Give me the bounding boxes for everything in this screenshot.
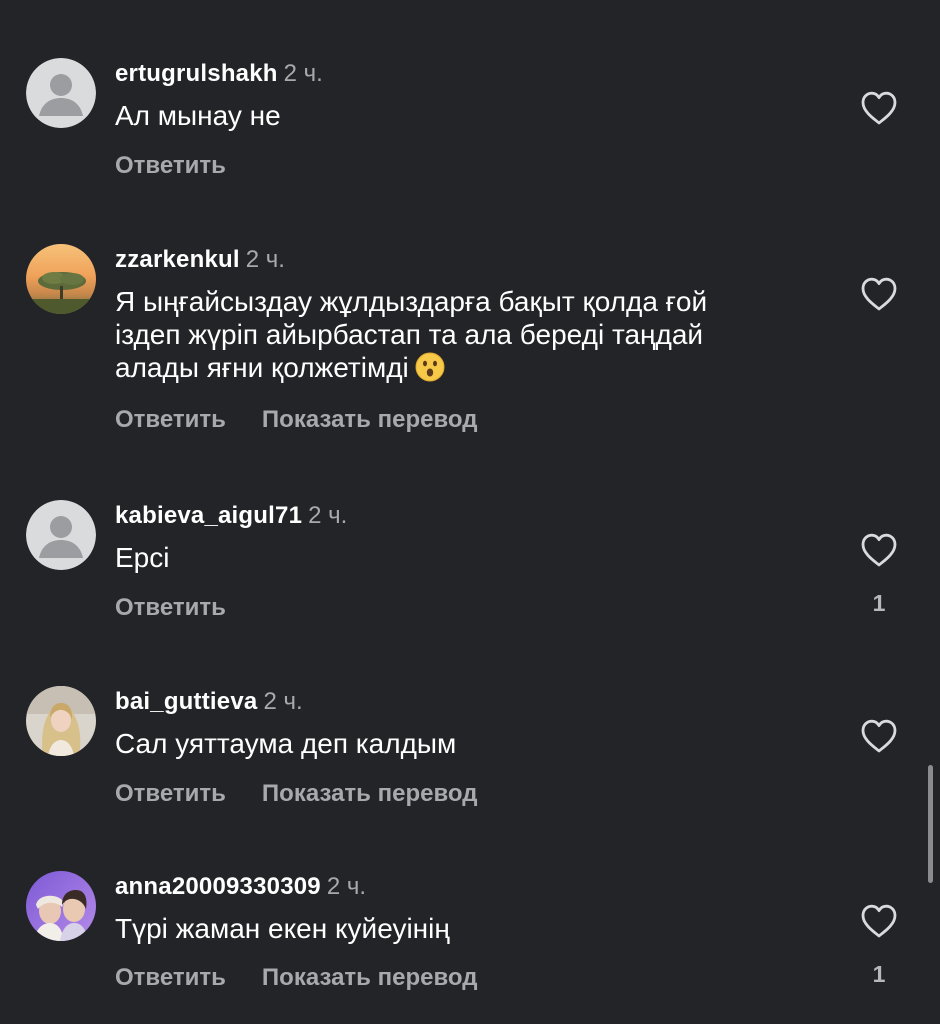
couple-selfie-avatar-icon (26, 871, 96, 941)
like-button[interactable] (860, 90, 898, 126)
comment-actions: Ответить Показать перевод (115, 964, 477, 992)
default-avatar-icon (26, 500, 96, 570)
heart-outline-icon (861, 277, 897, 311)
comment-header: ertugrulshakh 2 ч. (115, 60, 323, 88)
comment-header: kabieva_aigul71 2 ч. (115, 502, 347, 530)
comment-text: Түрі жаман екен куйеуінің (115, 913, 450, 944)
heart-outline-icon (861, 533, 897, 567)
heart-outline-icon (861, 91, 897, 125)
show-translation-button[interactable]: Показать перевод (262, 964, 478, 992)
woman-portrait-avatar-icon (26, 686, 96, 756)
avatar[interactable] (26, 871, 96, 941)
reply-button[interactable]: Ответить (115, 780, 226, 808)
like-button[interactable] (860, 903, 898, 939)
timestamp: 2 ч. (263, 688, 303, 715)
username[interactable]: ertugrulshakh (115, 60, 278, 87)
username[interactable]: bai_guttieva (115, 688, 257, 715)
username[interactable]: zzarkenkul (115, 246, 240, 273)
reply-button[interactable]: Ответить (115, 964, 226, 992)
comment-header: zzarkenkul 2 ч. (115, 246, 285, 274)
comment-actions: Ответить (115, 152, 226, 180)
comment-text-line: Я ыңғайсыздау жұлдыздарға бақыт қолда ғо… (115, 286, 708, 317)
username[interactable]: kabieva_aigul71 (115, 502, 302, 529)
comment-text-line: іздеп жүріп айырбастап та ала береді таң… (115, 319, 704, 350)
show-translation-button[interactable]: Показать перевод (262, 780, 478, 808)
comment-text: Я ыңғайсыздау жұлдыздарға бақыт қолда ғо… (115, 285, 815, 384)
username[interactable]: anna20009330309 (115, 873, 321, 900)
surprised-face-emoji (415, 352, 445, 382)
timestamp: 2 ч. (245, 246, 285, 273)
avatar[interactable] (26, 244, 96, 314)
reply-button[interactable]: Ответить (115, 152, 226, 180)
like-button[interactable] (860, 718, 898, 754)
comment-text: Сал уяттаума деп калдым (115, 728, 457, 759)
comment-actions: Ответить Показать перевод (115, 780, 477, 808)
like-count: 1 (872, 961, 886, 987)
comment-text: Ал мынау не (115, 100, 281, 131)
comment-actions: Ответить Показать перевод (115, 406, 477, 434)
like-button[interactable] (860, 276, 898, 312)
comment-text-line-content: алады яғни қолжетімді (115, 352, 409, 383)
heart-outline-icon (861, 719, 897, 753)
reply-button[interactable]: Ответить (115, 406, 226, 434)
reply-button[interactable]: Ответить (115, 594, 226, 622)
comment-header: anna20009330309 2 ч. (115, 873, 366, 901)
timestamp: 2 ч. (283, 60, 323, 87)
timestamp: 2 ч. (326, 873, 367, 900)
comment-actions: Ответить (115, 594, 226, 622)
comment-text: Ерсі (115, 542, 170, 573)
show-translation-button[interactable]: Показать перевод (262, 406, 478, 434)
default-avatar-icon (26, 58, 96, 128)
comments-list: ertugrulshakh2 ч. Ал мынау не Ответить (0, 0, 940, 1024)
avatar[interactable] (26, 500, 96, 570)
scrollbar[interactable] (928, 765, 933, 883)
avatar[interactable] (26, 686, 96, 756)
like-button[interactable] (860, 532, 898, 568)
sunset-tree-avatar-icon (26, 244, 96, 314)
like-count: 1 (872, 590, 886, 616)
comment-text-line: алады яғни қолжетімді (115, 351, 815, 384)
heart-outline-icon (861, 904, 897, 938)
avatar[interactable] (26, 58, 96, 128)
timestamp: 2 ч. (308, 502, 348, 529)
comment-header: bai_guttieva 2 ч. (115, 688, 303, 716)
